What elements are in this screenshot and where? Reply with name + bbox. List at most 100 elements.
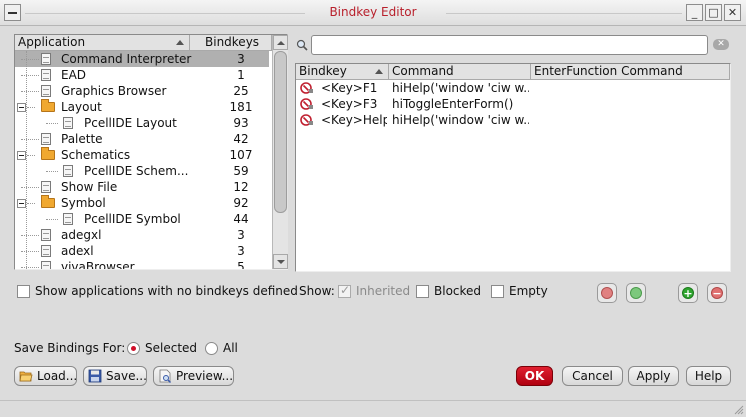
tree-row[interactable]: Graphics Browser 25	[15, 83, 269, 99]
tree-row[interactable]: Command Interpreter 3	[15, 51, 269, 67]
column-header-bindkeys[interactable]: Bindkeys	[190, 35, 272, 51]
tree-connector	[26, 51, 27, 269]
tree-row-bindkey-count: 42	[233, 132, 249, 146]
tree-connector	[27, 155, 35, 156]
tree-row[interactable]: Symbol 92	[15, 195, 269, 211]
blocked-checkbox[interactable]	[416, 285, 429, 298]
close-button[interactable]: ✕	[724, 4, 741, 21]
tree-row[interactable]: EAD 1	[15, 67, 269, 83]
save-all-label: All	[223, 341, 238, 355]
tree-row[interactable]: PcellIDE Symbol 44	[15, 211, 269, 227]
document-icon	[41, 133, 51, 145]
column-header-bindkey[interactable]: Bindkey	[296, 64, 389, 80]
tree-row-bindkey-count: 3	[237, 228, 245, 242]
clear-search-icon[interactable]: ✕	[713, 39, 729, 50]
tree-row[interactable]: Show File 12	[15, 179, 269, 195]
tree-row[interactable]: Palette 42	[15, 131, 269, 147]
unblock-binding-button[interactable]	[626, 283, 646, 303]
show-empty-apps-checkbox[interactable]	[17, 285, 30, 298]
tree-row-label: Layout	[61, 100, 102, 114]
tree-row-label: Schematics	[61, 148, 131, 162]
blocked-label: Blocked	[434, 284, 482, 298]
save-all-radio[interactable]	[205, 342, 218, 355]
empty-label: Empty	[509, 284, 548, 298]
tree-row-label: Symbol	[61, 196, 106, 210]
tree-row[interactable]: adegxl 3	[15, 227, 269, 243]
key-binding-icon	[300, 98, 313, 110]
column-header-enterfunction[interactable]: EnterFunction Command	[531, 64, 730, 80]
show-empty-apps-label: Show applications with no bindkeys defin…	[35, 284, 298, 298]
column-header-command[interactable]: Command	[389, 64, 531, 80]
collapse-toggle-icon[interactable]	[17, 199, 26, 208]
scroll-thumb[interactable]	[274, 51, 287, 213]
column-header-label: EnterFunction Command	[534, 64, 683, 78]
tree-row-label: Show File	[61, 180, 118, 194]
save-button[interactable]: Save...	[83, 366, 147, 386]
tree-row[interactable]: PcellIDE Layout 93	[15, 115, 269, 131]
block-binding-button[interactable]	[597, 283, 617, 303]
tree-row[interactable]: vivaBrowser 5	[15, 259, 269, 269]
tree-row-bindkey-count: 181	[229, 100, 253, 114]
save-bindings-label: Save Bindings For:	[14, 341, 126, 355]
save-selected-radio[interactable]	[127, 342, 140, 355]
tree-row-label: PcellIDE Layout	[84, 116, 177, 130]
binding-row[interactable]: <Key>F1 hiHelp('window 'ciw w...	[296, 80, 728, 96]
inherited-checkbox[interactable]	[338, 283, 351, 298]
column-header-application[interactable]: Application	[15, 35, 190, 51]
document-icon	[63, 165, 73, 177]
tree-row-label: PcellIDE Schem...	[84, 164, 189, 178]
empty-checkbox[interactable]	[491, 285, 504, 298]
column-header-label: Command	[392, 64, 454, 78]
preview-button-label: Preview...	[176, 369, 234, 383]
tree-row[interactable]: adexl 3	[15, 243, 269, 259]
tree-row-bindkey-count: 93	[233, 116, 249, 130]
document-icon	[41, 229, 51, 241]
maximize-button[interactable]: □	[705, 4, 722, 21]
tree-connector	[21, 59, 39, 60]
tree-row-label: adegxl	[61, 228, 102, 242]
document-icon	[41, 181, 51, 193]
folder-icon	[41, 147, 55, 160]
scroll-down-button[interactable]	[273, 254, 288, 269]
binding-command: hiToggleEnterForm()	[392, 97, 514, 111]
document-icon	[63, 117, 73, 129]
tree-row-bindkey-count: 107	[229, 148, 253, 162]
window-title: Bindkey Editor	[329, 5, 417, 19]
help-button[interactable]: Help	[686, 366, 731, 386]
ok-button[interactable]: OK	[516, 366, 553, 386]
remove-binding-button[interactable]: −	[707, 283, 727, 303]
tree-row-bindkey-count: 5	[237, 260, 245, 269]
tree-row-bindkey-count: 44	[233, 212, 249, 226]
minimize-button[interactable]: _	[686, 4, 703, 21]
search-input[interactable]	[311, 35, 708, 55]
document-icon	[41, 245, 51, 257]
apply-button[interactable]: Apply	[628, 366, 679, 386]
binding-key: <Key>F1	[321, 81, 378, 95]
tree-row[interactable]: Layout 181	[15, 99, 269, 115]
tree-connector	[27, 203, 35, 204]
tree-connector	[21, 91, 39, 92]
load-button[interactable]: Load...	[14, 366, 77, 386]
collapse-toggle-icon[interactable]	[17, 103, 26, 112]
add-binding-button[interactable]: +	[678, 283, 698, 303]
column-header-label: Application	[18, 35, 86, 49]
tree-row[interactable]: Schematics 107	[15, 147, 269, 163]
scroll-up-button[interactable]	[273, 35, 288, 50]
document-icon	[63, 213, 73, 225]
tree-connector	[21, 235, 39, 236]
binding-key: <Key>Help	[321, 113, 387, 127]
binding-row[interactable]: <Key>F3 hiToggleEnterForm()	[296, 96, 728, 112]
green-circle-icon	[630, 287, 642, 299]
binding-row[interactable]: <Key>Help hiHelp('window 'ciw w...	[296, 112, 728, 128]
application-scrollbar[interactable]	[272, 35, 288, 269]
preview-button[interactable]: Preview...	[153, 366, 234, 386]
tree-row-label: Graphics Browser	[61, 84, 167, 98]
binding-list: <Key>F1 hiHelp('window 'ciw w... <Key>F3 hi…	[296, 80, 730, 271]
column-header-label: Bindkeys	[205, 35, 260, 49]
folder-open-icon	[19, 371, 33, 382]
cancel-button[interactable]: Cancel	[562, 366, 623, 386]
tree-row[interactable]: PcellIDE Schem... 59	[15, 163, 269, 179]
collapse-toggle-icon[interactable]	[17, 151, 26, 160]
resize-grip-icon[interactable]	[733, 404, 744, 415]
document-icon	[41, 69, 51, 81]
